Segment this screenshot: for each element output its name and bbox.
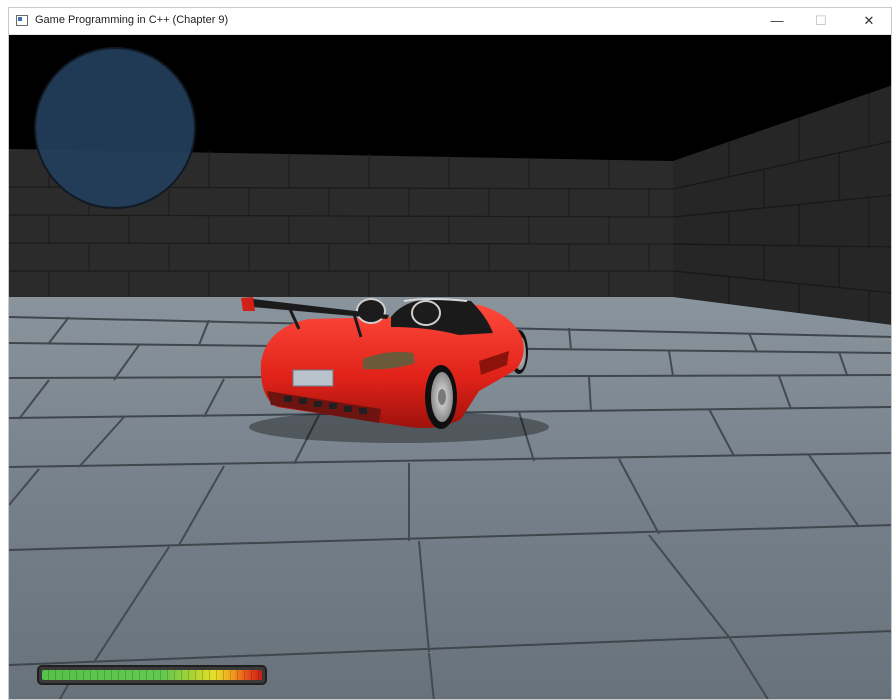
title-bar[interactable]: Game Programming in C++ (Chapter 9) — ☐ … (9, 8, 891, 35)
radar-minimap (34, 47, 196, 209)
minimize-button[interactable]: — (755, 8, 799, 34)
game-window: Game Programming in C++ (Chapter 9) — ☐ … (8, 7, 892, 700)
window-title: Game Programming in C++ (Chapter 9) (35, 14, 229, 26)
health-bar-fill (42, 670, 262, 680)
close-button[interactable]: ✕ (847, 8, 891, 34)
app-window-icon (16, 15, 28, 26)
game-viewport[interactable] (9, 35, 891, 699)
health-bar (37, 665, 267, 685)
maximize-button[interactable]: ☐ (799, 8, 843, 34)
